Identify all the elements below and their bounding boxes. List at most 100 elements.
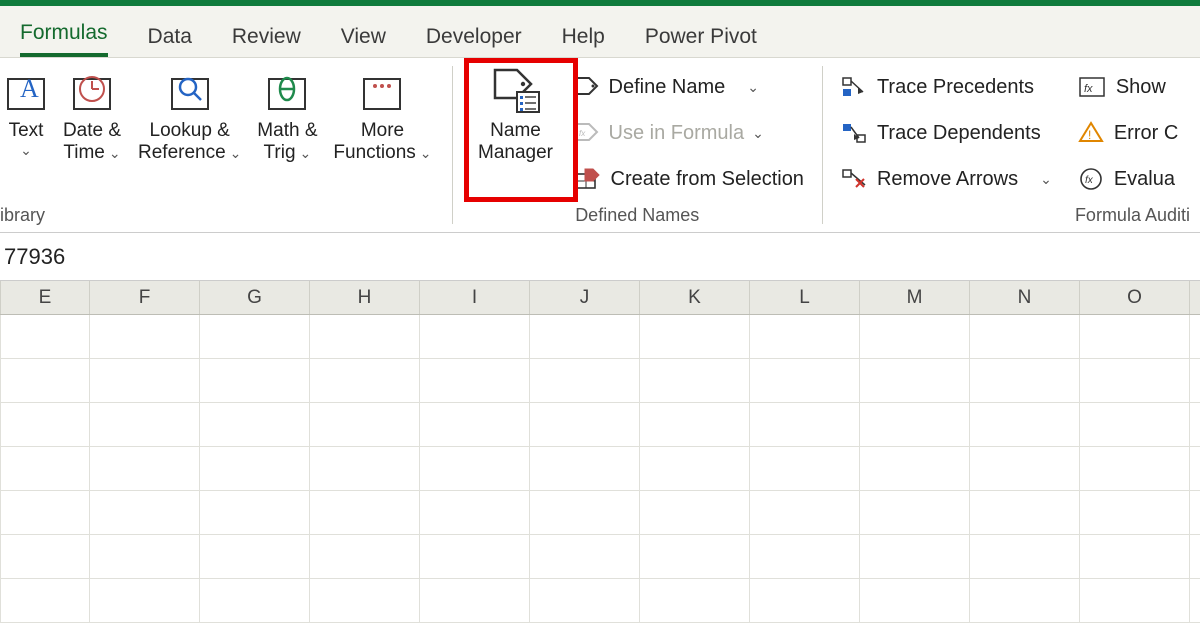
column-header[interactable]: F bbox=[90, 281, 200, 314]
cell[interactable] bbox=[1080, 315, 1190, 358]
cell[interactable] bbox=[1080, 447, 1190, 490]
column-header[interactable]: J bbox=[530, 281, 640, 314]
cell[interactable] bbox=[90, 491, 200, 534]
cell[interactable] bbox=[860, 447, 970, 490]
name-manager-button[interactable]: Name Manager bbox=[467, 64, 565, 166]
tab-view[interactable]: View bbox=[341, 25, 386, 57]
cell[interactable] bbox=[530, 447, 640, 490]
cell[interactable] bbox=[750, 535, 860, 578]
cell[interactable] bbox=[310, 315, 420, 358]
trace-precedents-button[interactable]: Trace Precedents bbox=[837, 64, 1056, 110]
cell[interactable] bbox=[640, 535, 750, 578]
cell[interactable] bbox=[860, 579, 970, 622]
cell[interactable] bbox=[420, 359, 530, 402]
cell[interactable] bbox=[90, 359, 200, 402]
cell[interactable] bbox=[420, 579, 530, 622]
column-header[interactable]: G bbox=[200, 281, 310, 314]
tab-review[interactable]: Review bbox=[232, 25, 301, 57]
cell[interactable] bbox=[860, 491, 970, 534]
cell[interactable] bbox=[420, 535, 530, 578]
datetime-functions-button[interactable]: Date & Time⌄ bbox=[52, 64, 132, 166]
cell[interactable] bbox=[200, 491, 310, 534]
cell[interactable] bbox=[970, 535, 1080, 578]
cell[interactable] bbox=[750, 491, 860, 534]
cell[interactable] bbox=[420, 447, 530, 490]
cell[interactable] bbox=[310, 579, 420, 622]
cell[interactable] bbox=[640, 359, 750, 402]
cell[interactable] bbox=[310, 359, 420, 402]
cell[interactable] bbox=[970, 491, 1080, 534]
cell[interactable] bbox=[860, 315, 970, 358]
cell[interactable] bbox=[640, 315, 750, 358]
cell[interactable] bbox=[1080, 359, 1190, 402]
define-name-button[interactable]: Define Name ⌄ bbox=[571, 64, 808, 110]
cell[interactable] bbox=[750, 579, 860, 622]
cell[interactable] bbox=[420, 403, 530, 446]
cell[interactable] bbox=[970, 315, 1080, 358]
cell[interactable] bbox=[90, 579, 200, 622]
column-header[interactable]: H bbox=[310, 281, 420, 314]
cell[interactable] bbox=[530, 491, 640, 534]
cell[interactable] bbox=[640, 491, 750, 534]
tab-powerpivot[interactable]: Power Pivot bbox=[645, 25, 757, 57]
cell[interactable] bbox=[640, 579, 750, 622]
cell[interactable] bbox=[200, 535, 310, 578]
cell[interactable] bbox=[530, 315, 640, 358]
cell[interactable] bbox=[750, 315, 860, 358]
cell[interactable] bbox=[1080, 403, 1190, 446]
column-header[interactable]: M bbox=[860, 281, 970, 314]
cell[interactable] bbox=[90, 535, 200, 578]
cell[interactable] bbox=[970, 447, 1080, 490]
cell[interactable] bbox=[0, 579, 90, 622]
column-header[interactable]: N bbox=[970, 281, 1080, 314]
cell[interactable] bbox=[0, 315, 90, 358]
math-functions-button[interactable]: Math & Trig⌄ bbox=[247, 64, 327, 166]
cell[interactable] bbox=[970, 359, 1080, 402]
cell[interactable] bbox=[310, 403, 420, 446]
cell[interactable] bbox=[0, 359, 90, 402]
tab-help[interactable]: Help bbox=[562, 25, 605, 57]
cell[interactable] bbox=[200, 359, 310, 402]
cell[interactable] bbox=[310, 535, 420, 578]
cell[interactable] bbox=[970, 403, 1080, 446]
create-from-selection-button[interactable]: Create from Selection bbox=[571, 156, 808, 202]
tab-data[interactable]: Data bbox=[148, 25, 192, 57]
cell[interactable] bbox=[530, 535, 640, 578]
cell[interactable] bbox=[750, 447, 860, 490]
tab-formulas[interactable]: Formulas bbox=[20, 21, 108, 57]
cell[interactable] bbox=[200, 403, 310, 446]
column-header[interactable]: E bbox=[0, 281, 90, 314]
cell[interactable] bbox=[750, 403, 860, 446]
cell[interactable] bbox=[1080, 491, 1190, 534]
cell[interactable] bbox=[0, 403, 90, 446]
show-formulas-button[interactable]: fx Show bbox=[1074, 64, 1182, 110]
column-header[interactable]: I bbox=[420, 281, 530, 314]
column-header[interactable]: L bbox=[750, 281, 860, 314]
tab-developer[interactable]: Developer bbox=[426, 25, 522, 57]
formula-bar[interactable]: 77936 bbox=[0, 233, 1200, 281]
cell[interactable] bbox=[530, 579, 640, 622]
cell[interactable] bbox=[1080, 535, 1190, 578]
cell[interactable] bbox=[530, 359, 640, 402]
cell[interactable] bbox=[750, 359, 860, 402]
cell[interactable] bbox=[0, 447, 90, 490]
cell[interactable] bbox=[200, 315, 310, 358]
cell[interactable] bbox=[530, 403, 640, 446]
cell[interactable] bbox=[90, 403, 200, 446]
cell[interactable] bbox=[90, 315, 200, 358]
evaluate-formula-button[interactable]: fx Evalua bbox=[1074, 156, 1182, 202]
cell[interactable] bbox=[420, 315, 530, 358]
error-checking-button[interactable]: ! Error C bbox=[1074, 110, 1182, 156]
text-functions-button[interactable]: A Text ⌄ bbox=[0, 64, 52, 160]
cell[interactable] bbox=[860, 403, 970, 446]
cell[interactable] bbox=[200, 447, 310, 490]
cell[interactable] bbox=[860, 359, 970, 402]
cell[interactable] bbox=[640, 447, 750, 490]
cell[interactable] bbox=[90, 447, 200, 490]
column-header[interactable]: K bbox=[640, 281, 750, 314]
cell[interactable] bbox=[310, 447, 420, 490]
cell[interactable] bbox=[0, 491, 90, 534]
cell[interactable] bbox=[640, 403, 750, 446]
cell[interactable] bbox=[0, 535, 90, 578]
lookup-functions-button[interactable]: Lookup & Reference⌄ bbox=[132, 64, 247, 166]
